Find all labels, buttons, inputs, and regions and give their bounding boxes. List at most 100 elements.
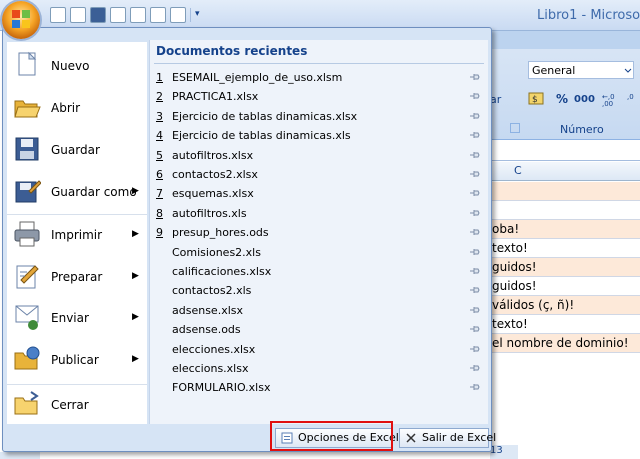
recent-document-item[interactable]: 3 Ejercicio de tablas dinamicas.xlsx — [154, 107, 484, 126]
pin-icon[interactable] — [470, 325, 480, 333]
recent-document-name: adsense.ods — [172, 323, 241, 337]
recent-document-number: 5 — [156, 148, 163, 162]
comma-style-button[interactable]: 000 — [574, 94, 595, 105]
number-format-combo[interactable]: General — [528, 61, 634, 79]
pin-icon[interactable] — [470, 151, 480, 159]
recent-document-item[interactable]: adsense.ods — [154, 320, 484, 339]
column-c-header[interactable]: C — [514, 164, 522, 177]
sheet-row[interactable] — [490, 182, 640, 201]
cell-text: válidos (ç, ñ)! — [492, 298, 575, 312]
menu-item-publicar[interactable]: Publicar ▶ — [7, 340, 147, 380]
menu-item-nuevo[interactable]: Nuevo — [7, 46, 147, 86]
save-icon[interactable] — [90, 7, 106, 23]
recent-document-name: contactos2.xlsx — [172, 168, 258, 181]
sheet-row[interactable]: guidos! — [490, 258, 640, 277]
cell-text: guidos! — [492, 279, 537, 293]
submenu-arrow-icon: ▶ — [132, 186, 139, 196]
folder-icon[interactable] — [170, 7, 186, 23]
sheet-row[interactable]: guidos! — [490, 277, 640, 296]
recent-document-item[interactable]: 9 presup_hores.ods — [154, 223, 484, 242]
pin-icon[interactable] — [470, 209, 480, 217]
dialog-launcher-icon[interactable] — [510, 123, 520, 133]
office-button[interactable] — [2, 1, 40, 39]
pin-icon[interactable] — [470, 267, 480, 275]
menu-item-enviar[interactable]: Enviar ▶ — [7, 298, 147, 338]
sheet-row[interactable]: texto! — [490, 239, 640, 258]
recent-document-name: autofiltros.xlsx — [172, 148, 254, 162]
chevron-down-icon[interactable] — [623, 62, 633, 78]
redo-icon[interactable] — [130, 7, 146, 23]
print-preview-icon[interactable] — [150, 7, 166, 23]
pin-icon[interactable] — [470, 364, 480, 372]
office-logo-icon — [12, 10, 30, 28]
recent-document-item[interactable]: 8 autofiltros.xls — [154, 204, 484, 223]
recent-document-item[interactable]: calificaciones.xlsx — [154, 262, 484, 281]
recent-document-item[interactable]: Comisiones2.xls — [154, 243, 484, 262]
recent-document-item[interactable]: elecciones.xlsx — [154, 340, 484, 359]
pin-icon[interactable] — [470, 131, 480, 139]
pin-icon[interactable] — [470, 248, 480, 256]
recent-document-item[interactable]: 1 ESEMAIL_ejemplo_de_uso.xlsm — [154, 68, 484, 87]
menu-item-cerrar[interactable]: Cerrar — [7, 384, 147, 425]
recent-documents-divider — [154, 63, 484, 64]
recent-document-item[interactable]: 4 Ejercicio de tablas dinamicas.xls — [154, 126, 484, 145]
new-document-icon — [18, 51, 37, 76]
recent-document-item[interactable]: adsense.xlsx — [154, 301, 484, 320]
recent-document-item[interactable]: contactos2.xls — [154, 281, 484, 300]
row-number[interactable]: 13 — [490, 445, 518, 459]
pin-icon[interactable] — [470, 345, 480, 353]
submenu-arrow-icon: ▶ — [132, 354, 139, 364]
sheet-row[interactable]: texto! — [490, 315, 640, 334]
recent-document-item[interactable]: 2 PRACTICA1.xlsx — [154, 87, 484, 106]
pin-icon[interactable] — [470, 228, 480, 236]
recent-document-item[interactable]: FORMULARIO.xlsx — [154, 378, 484, 397]
excel-options-button[interactable]: Opciones de Excel — [275, 428, 399, 448]
svg-text:,0: ,0 — [627, 93, 634, 101]
submenu-arrow-icon: ▶ — [132, 271, 139, 281]
recent-document-number: 2 — [156, 90, 163, 104]
pin-icon[interactable] — [470, 286, 480, 294]
office-menu: Nuevo Abrir Guardar Guardar como ▶ Imprimir ▶ P… — [2, 27, 496, 452]
undo-icon[interactable] — [110, 7, 126, 23]
customize-qat-icon[interactable]: ▾ — [195, 9, 203, 21]
office-menu-footer: Opciones de Excel Salir de Excel — [7, 426, 496, 450]
number-format-buttons: $ % 000 ←,0,00 ,0 — [528, 91, 639, 107]
menu-item-label: Nuevo — [51, 59, 90, 73]
recent-document-item[interactable]: 7 esquemas.xlsx — [154, 184, 484, 203]
pin-icon[interactable] — [470, 306, 480, 314]
pin-icon[interactable] — [470, 92, 480, 100]
accounting-format-icon[interactable]: $ — [528, 91, 550, 107]
pin-icon[interactable] — [470, 112, 480, 120]
options-icon — [281, 432, 293, 444]
menu-item-guardar[interactable]: Guardar — [7, 130, 147, 170]
exit-excel-button[interactable]: Salir de Excel — [399, 428, 496, 448]
send-icon — [15, 305, 39, 330]
recent-document-name: autofiltros.xls — [172, 206, 247, 220]
decrease-decimal-icon[interactable]: ,0 — [627, 91, 639, 107]
new-icon[interactable] — [50, 7, 66, 23]
formula-bar[interactable] — [490, 140, 640, 161]
pin-icon[interactable] — [470, 73, 480, 81]
pin-icon[interactable] — [470, 170, 480, 178]
qat-separator — [190, 8, 191, 22]
column-header[interactable]: C — [490, 162, 640, 181]
open-icon[interactable] — [70, 7, 86, 23]
menu-item-imprimir[interactable]: Imprimir ▶ — [7, 214, 147, 255]
increase-decimal-icon[interactable]: ←,0,00 — [601, 91, 621, 107]
menu-item-abrir[interactable]: Abrir — [7, 88, 147, 128]
recent-document-name: calificaciones.xlsx — [172, 265, 272, 278]
sheet-row[interactable]: oba! — [490, 220, 640, 239]
menu-item-guardar-como[interactable]: Guardar como ▶ — [7, 172, 147, 212]
recent-document-item[interactable]: eleccions.xlsx — [154, 359, 484, 378]
recent-document-item[interactable]: 5 autofiltros.xlsx — [154, 146, 484, 165]
recent-document-item[interactable]: 6 contactos2.xlsx — [154, 165, 484, 184]
pin-icon[interactable] — [470, 189, 480, 197]
group-number-label: Número — [560, 123, 604, 136]
sheet-row[interactable]: válidos (ç, ñ)! — [490, 296, 640, 315]
sheet-row[interactable]: el nombre de dominio! — [490, 334, 640, 353]
recent-document-number: 6 — [156, 168, 163, 181]
sheet-row[interactable] — [490, 201, 640, 220]
pin-icon[interactable] — [470, 383, 480, 391]
percent-style-button[interactable]: % — [556, 92, 568, 106]
menu-item-preparar[interactable]: Preparar ▶ — [7, 257, 147, 297]
